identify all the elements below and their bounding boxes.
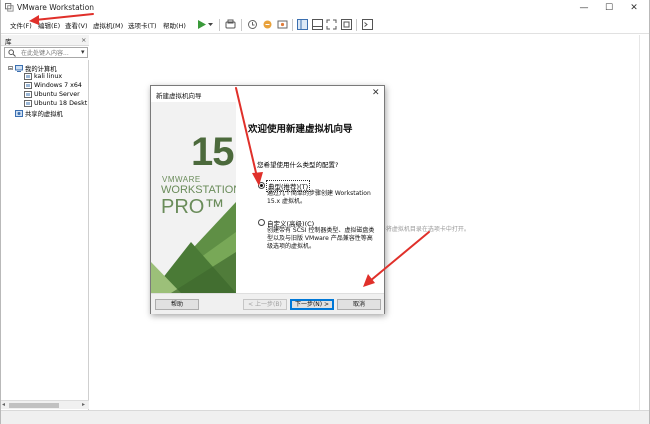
scrollbar-thumb[interactable] (9, 403, 59, 408)
computer-icon (15, 65, 24, 72)
menu-tabs[interactable]: 选项卡(T) (128, 20, 157, 30)
back-button[interactable]: < 上一步(B) (243, 299, 287, 310)
menu-view[interactable]: 查看(V) (65, 20, 88, 30)
dropdown-icon[interactable] (207, 19, 214, 30)
edition-label: PRO™ (161, 196, 225, 218)
description-line: 通过几个简单的步骤创建 Workstation (267, 190, 371, 197)
menu-bar: 文件(F) 编辑(E) 查看(V) 虚拟机(M) 选项卡(T) 帮助(H) (1, 16, 649, 34)
dialog-close-button[interactable]: ✕ (372, 88, 380, 98)
console-icon[interactable] (362, 19, 373, 30)
tree-label: 我的计算机 (25, 66, 57, 73)
wizard-heading: 欢迎使用新建虚拟机向导 (248, 124, 353, 135)
tree-label: kali linux (34, 73, 63, 80)
search-icon (8, 49, 16, 57)
library-search-input[interactable] (21, 49, 77, 57)
maximize-button[interactable]: ☐ (598, 2, 620, 14)
revert-snapshot-icon[interactable] (262, 19, 273, 30)
vm-icon (24, 91, 32, 98)
typical-radio[interactable] (258, 182, 265, 189)
library-view-icon[interactable] (297, 19, 308, 30)
custom-option-description: 创建带有 SCSI 控制器类型、虚拟磁盘类 型以及与旧版 VMware 产品兼容… (267, 227, 374, 251)
next-button[interactable]: 下一步(N) > (290, 299, 334, 310)
menu-file[interactable]: 文件(F) (10, 20, 32, 30)
typical-option-description: 通过几个简单的步骤创建 Workstation 15.x 虚拟机。 (267, 190, 371, 206)
menu-vm[interactable]: 虚拟机(M) (93, 20, 123, 30)
dialog-title-bar: 新建虚拟机向导 ✕ (151, 86, 384, 102)
main-vertical-scrollbar[interactable] (639, 35, 649, 410)
close-button[interactable]: ✕ (623, 2, 645, 14)
shared-vms-icon (15, 110, 23, 117)
thumbnail-bar-icon[interactable] (312, 19, 323, 30)
menu-help[interactable]: 帮助(H) (163, 20, 186, 30)
description-line: 15.x 虚拟机。 (267, 198, 307, 205)
library-header: 库 × (1, 35, 89, 46)
tree-item-vm[interactable]: Ubuntu 18 Deskt (24, 100, 87, 107)
play-icon[interactable] (196, 19, 207, 30)
library-horizontal-scrollbar[interactable]: ◂ ▸ (1, 400, 89, 409)
tree-item-vm[interactable]: kali linux (24, 73, 62, 80)
library-title: 库 (5, 38, 12, 46)
tree-label: Ubuntu Server (34, 91, 80, 98)
menu-edit[interactable]: 编辑(E) (38, 20, 60, 30)
workstation-pro-banner: 15 VMWARE WORKSTATION PRO™ (151, 102, 236, 293)
tree-label: Windows 7 x64 (34, 82, 82, 89)
main-hint-text: ·将虚拟机目录在选项卡中打开。 (384, 226, 470, 233)
custom-radio[interactable] (258, 219, 265, 226)
toolbar-separator (219, 19, 220, 31)
description-line: 级选项的虚拟机。 (267, 243, 316, 250)
description-line: 创建带有 SCSI 控制器类型、虚拟磁盘类 (267, 227, 375, 234)
chevron-down-icon[interactable]: ▾ (81, 48, 85, 56)
library-tree: ⊟ 我的计算机 kali linux Windows 7 x64 Ubuntu … (1, 60, 89, 410)
snapshot-icon[interactable] (247, 19, 258, 30)
library-search-box[interactable]: ▾ (4, 47, 88, 58)
library-close-button[interactable]: × (81, 36, 86, 44)
scroll-left-icon[interactable]: ◂ (2, 401, 5, 408)
vmware-app-icon (5, 3, 14, 12)
unity-icon[interactable] (341, 19, 352, 30)
dialog-footer: 帮助 < 上一步(B) 下一步(N) > 取消 (151, 293, 384, 314)
vm-icon (24, 100, 32, 107)
title-bar: VMware Workstation — ☐ ✕ (1, 0, 649, 16)
status-bar (1, 410, 649, 424)
new-vm-wizard-dialog: 新建虚拟机向导 ✕ 15 VMWARE WORKSTATION PRO™ 欢迎使… (150, 85, 385, 314)
tree-label: Ubuntu 18 Deskt (34, 100, 88, 107)
tree-item-shared-vms[interactable]: 共享的虚拟机 (15, 109, 63, 118)
toolbar-separator (356, 19, 357, 31)
tree-item-vm[interactable]: Ubuntu Server (24, 91, 80, 98)
description-line: 型以及与旧版 VMware 产品兼容性等高 (267, 235, 373, 242)
send-keys-icon[interactable] (225, 19, 236, 30)
config-question: 您希望使用什么类型的配置? (257, 161, 339, 169)
window-title: VMware Workstation (17, 3, 95, 12)
scroll-right-icon[interactable]: ▸ (82, 401, 85, 408)
fullscreen-icon[interactable] (326, 19, 337, 30)
toolbar-separator (292, 19, 293, 31)
version-number: 15 (191, 130, 234, 174)
collapse-icon[interactable]: ⊟ (8, 65, 13, 72)
toolbar-separator (241, 19, 242, 31)
help-button[interactable]: 帮助 (155, 299, 199, 310)
manage-snapshots-icon[interactable] (277, 19, 288, 30)
tree-item-my-computer[interactable]: ⊟ 我的计算机 (8, 64, 57, 73)
product-label: WORKSTATION (161, 184, 236, 196)
vm-icon (24, 82, 32, 89)
vm-icon (24, 73, 32, 80)
tree-label: 共享的虚拟机 (25, 111, 63, 118)
brand-label: VMWARE (162, 175, 201, 184)
vmware-window: VMware Workstation — ☐ ✕ 文件(F) 编辑(E) 查看(… (0, 0, 650, 424)
minimize-button[interactable]: — (573, 2, 595, 14)
dialog-title: 新建虚拟机向导 (156, 92, 202, 100)
cancel-button[interactable]: 取消 (337, 299, 381, 310)
tree-item-vm[interactable]: Windows 7 x64 (24, 82, 82, 89)
